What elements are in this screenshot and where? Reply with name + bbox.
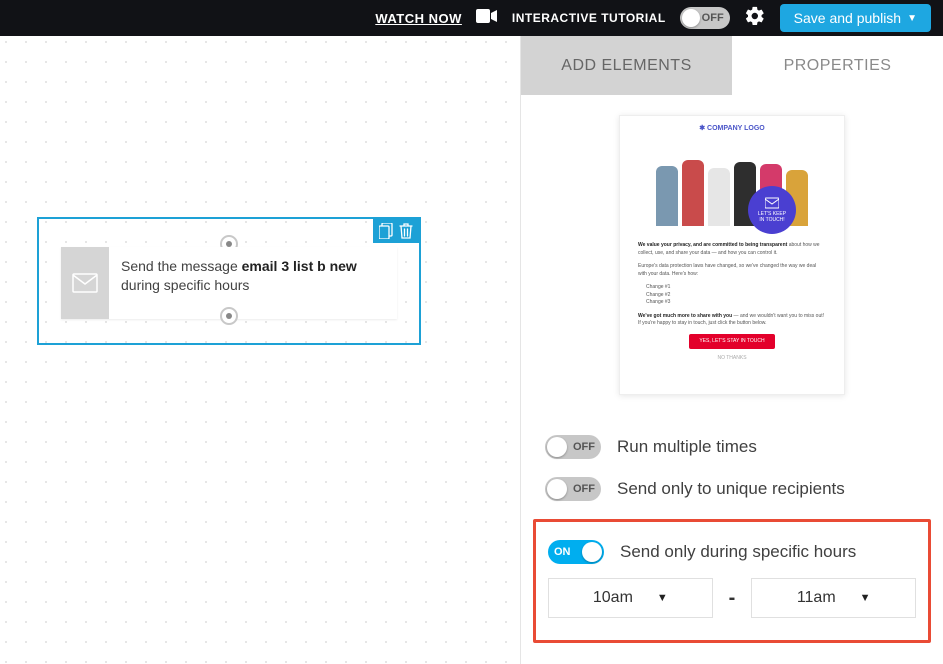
workflow-canvas[interactable]: Send the message email 3 list b new duri… <box>0 36 520 664</box>
copy-icon[interactable] <box>379 223 393 239</box>
specific-hours-section: ON Send only during specific hours 10am▼… <box>533 519 931 643</box>
side-panel: ADD ELEMENTS PROPERTIES ✱ COMPANY LOGO L… <box>520 36 943 664</box>
workflow-node-send-message[interactable]: Send the message email 3 list b new duri… <box>37 217 421 345</box>
run-multiple-label: Run multiple times <box>617 437 757 457</box>
gear-icon[interactable] <box>744 5 766 32</box>
specific-hours-toggle[interactable]: ON <box>548 540 604 564</box>
time-from-select[interactable]: 10am▼ <box>548 578 713 618</box>
top-bar: WATCH NOW INTERACTIVE TUTORIAL OFF Save … <box>0 0 943 36</box>
trash-icon[interactable] <box>399 223 413 239</box>
specific-hours-label: Send only during specific hours <box>620 542 856 562</box>
preview-badge: LET'S KEEPIN TOUCH! <box>748 186 796 234</box>
interactive-tutorial-label: INTERACTIVE TUTORIAL <box>512 11 666 25</box>
preview-body: We value your privacy, and are committed… <box>620 226 844 371</box>
time-range-separator: - <box>729 587 736 610</box>
caret-down-icon: ▼ <box>860 592 871 604</box>
node-description: Send the message email 3 list b new duri… <box>109 247 397 319</box>
interactive-tutorial-toggle[interactable]: OFF <box>680 7 730 29</box>
unique-recipients-toggle[interactable]: OFF <box>545 477 601 501</box>
tab-add-elements[interactable]: ADD ELEMENTS <box>521 36 732 95</box>
save-and-publish-button[interactable]: Save and publish▼ <box>780 4 931 32</box>
property-run-multiple: OFF Run multiple times <box>545 435 919 459</box>
envelope-icon <box>61 247 109 319</box>
email-preview-thumbnail[interactable]: ✱ COMPANY LOGO LET'S KEEPIN TOUCH! We va… <box>619 115 845 395</box>
time-to-select[interactable]: 11am▼ <box>751 578 916 618</box>
unique-recipients-label: Send only to unique recipients <box>617 479 845 499</box>
node-connector-bottom[interactable] <box>220 307 238 325</box>
tab-properties[interactable]: PROPERTIES <box>732 36 943 95</box>
preview-hero: LET'S KEEPIN TOUCH! <box>620 136 844 226</box>
watch-now-link[interactable]: WATCH NOW <box>375 11 462 26</box>
node-toolbar <box>373 219 419 243</box>
run-multiple-toggle[interactable]: OFF <box>545 435 601 459</box>
caret-down-icon: ▼ <box>907 13 917 24</box>
video-camera-icon[interactable] <box>476 8 498 29</box>
caret-down-icon: ▼ <box>657 592 668 604</box>
preview-company-logo: ✱ COMPANY LOGO <box>620 116 844 136</box>
property-unique-recipients: OFF Send only to unique recipients <box>545 477 919 501</box>
